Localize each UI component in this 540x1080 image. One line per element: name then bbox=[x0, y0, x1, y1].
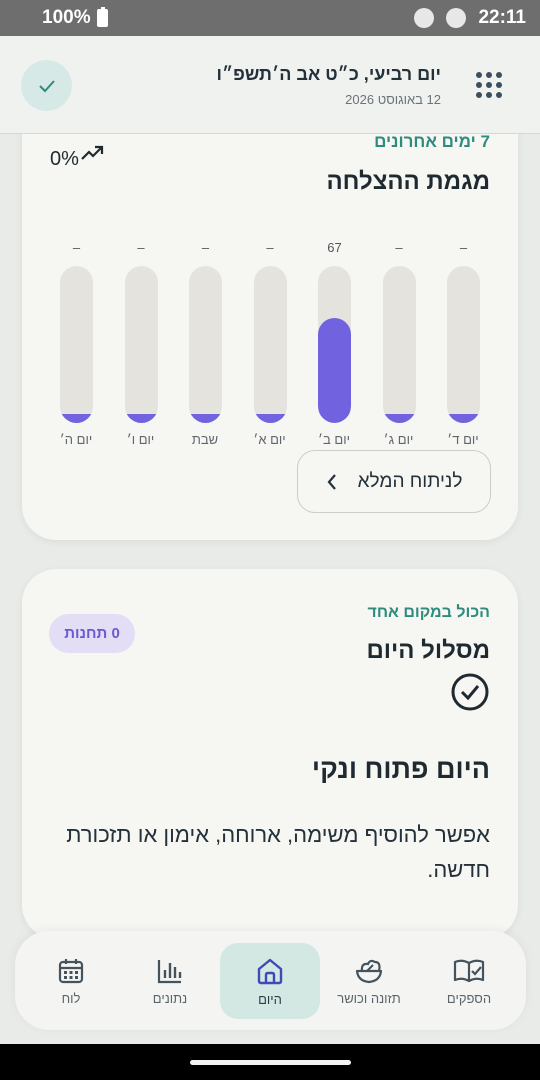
check-icon bbox=[38, 79, 55, 92]
chart-bar-track bbox=[124, 266, 158, 423]
nav-label-achievements: הספקים bbox=[446, 990, 492, 1006]
header-date-hebrew: יום רביעי, כ״ט אב ה׳תשפ״ו bbox=[216, 64, 441, 84]
chart-bar-value-label: – bbox=[459, 240, 468, 255]
success-title: מגמת ההצלחה bbox=[326, 168, 490, 195]
success-eyebrow: 7 ימים אחרונים bbox=[374, 132, 490, 151]
chart-bar-track bbox=[189, 266, 222, 423]
chart-bar-value-label: – bbox=[137, 240, 145, 255]
apps-grid-icon[interactable] bbox=[476, 72, 502, 98]
chart-bar bbox=[124, 414, 158, 423]
chart-bar bbox=[253, 414, 287, 423]
nav-item-data[interactable]: נתונים bbox=[120, 943, 220, 1019]
chart-day-label: יום ג׳ bbox=[383, 432, 414, 447]
done-button[interactable] bbox=[21, 60, 72, 111]
chart-bar bbox=[318, 317, 351, 423]
nav-item-today[interactable]: היום bbox=[220, 943, 320, 1019]
chart-day-label: יום ד׳ bbox=[447, 432, 479, 447]
chart-bar-value-label: – bbox=[72, 240, 81, 255]
battery-percent: 100% bbox=[42, 7, 91, 28]
book-check-icon bbox=[453, 959, 485, 982]
chart-bar-value-label: – bbox=[201, 240, 210, 255]
chart-day-label: יום ו׳ bbox=[126, 432, 155, 447]
nav-item-nutrition[interactable]: תזונה וכושר bbox=[319, 943, 419, 1019]
chart-bar-value-label: – bbox=[395, 240, 403, 255]
chart-bar bbox=[382, 414, 416, 423]
status-bar: 100% 22:11 bbox=[0, 0, 540, 36]
trend-indicator: 0% bbox=[50, 145, 105, 171]
nav-item-achievements[interactable]: הספקים bbox=[419, 943, 519, 1019]
route-title: מסלול היום bbox=[366, 637, 490, 664]
battery-charging-icon bbox=[96, 7, 108, 27]
chart-day-label: שבת bbox=[191, 432, 219, 447]
chart-day-label: יום ה׳ bbox=[59, 432, 93, 447]
chart-bar-track bbox=[253, 266, 287, 423]
app-notification-icon bbox=[446, 8, 467, 28]
chrome-icon bbox=[414, 8, 435, 28]
chevron-left-icon bbox=[327, 473, 336, 490]
circle-check-icon bbox=[451, 673, 489, 711]
chart-bar-value-label: – bbox=[266, 240, 274, 255]
success-trend-card: 7 ימים אחרונים מגמת ההצלחה 0% – יום ה׳ – יו… bbox=[22, 100, 518, 540]
empty-state-text: אפשר להוסיף משימה, ארוחה, אימון או תזכור… bbox=[66, 822, 490, 882]
chart-bar bbox=[60, 414, 93, 423]
clock: 22:11 bbox=[478, 7, 526, 28]
system-gesture-bar bbox=[0, 1044, 540, 1080]
chart-bar-value-label: 67 bbox=[327, 240, 342, 255]
nav-label-today: היום bbox=[258, 991, 282, 1007]
chart-bar-track bbox=[318, 266, 351, 423]
full-analysis-button[interactable]: לניתוח המלא bbox=[297, 450, 491, 513]
home-icon bbox=[257, 958, 283, 984]
chart-bar-track bbox=[447, 266, 480, 423]
salad-bowl-icon bbox=[355, 959, 383, 983]
nav-label-data: נתונים bbox=[152, 990, 188, 1006]
bar-chart-icon bbox=[157, 959, 182, 983]
bottom-navigation: לוח נתונים היום תזונה וכושר הספקים bbox=[15, 931, 526, 1030]
header-date-gregorian: 12 באוגוסט 2026 bbox=[345, 92, 441, 107]
trending-up-icon bbox=[81, 145, 104, 160]
chart-bar bbox=[189, 414, 222, 423]
trend-value: 0% bbox=[50, 148, 79, 170]
nav-item-board[interactable]: לוח bbox=[21, 943, 121, 1019]
calendar-icon bbox=[58, 958, 84, 983]
nav-label-nutrition: תזונה וכושר bbox=[337, 990, 401, 1006]
route-eyebrow: הכול במקום אחד bbox=[367, 604, 490, 621]
chart-bar-track bbox=[60, 266, 93, 423]
stations-badge: 0 תחנות bbox=[49, 614, 135, 653]
today-route-card: הכול במקום אחד מסלול היום 0 תחנות היום פ… bbox=[22, 569, 518, 939]
app-header: יום רביעי, כ״ט אב ה׳תשפ״ו 12 באוגוסט 202… bbox=[0, 36, 540, 134]
chart-bar bbox=[447, 414, 480, 423]
chart-day-label: יום א׳ bbox=[253, 432, 286, 447]
chart-day-label: יום ב׳ bbox=[318, 432, 350, 447]
home-gesture-handle[interactable] bbox=[190, 1060, 351, 1065]
chart-bar-track bbox=[382, 266, 416, 423]
full-analysis-label: לניתוח המלא bbox=[357, 470, 463, 492]
nav-label-board: לוח bbox=[61, 990, 81, 1006]
success-bar-chart: – יום ה׳ – יום ו׳ – שבת – יום א׳ 67 יום ב׳ – יום ג׳… bbox=[60, 240, 480, 450]
empty-state-title: היום פתוח ונקי bbox=[311, 754, 490, 784]
